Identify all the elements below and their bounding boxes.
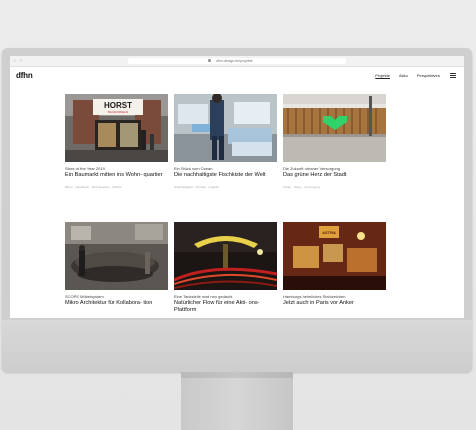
project-title[interactable]: Ein Baumarkt mitten ins Wohn- quartier (65, 172, 168, 179)
project-title[interactable]: Mikro Architektur für Kollabora- tion (65, 300, 168, 307)
main-nav: Projekte Akku Perspektiven (375, 73, 440, 78)
project-title[interactable]: Die nachhaltigste Fischkiste der Welt (174, 172, 277, 179)
project-card[interactable]: SCOPE Möbelsystem Mikro Architektur für … (65, 222, 168, 307)
project-title[interactable]: Das grüne Herz der Stadt (283, 172, 386, 179)
furniture-photo (65, 222, 168, 290)
back-icon[interactable]: ‹ (14, 58, 16, 64)
svg-text:HORST: HORST (104, 101, 132, 110)
project-category: Eine Tankstelle wird neu gedacht (174, 294, 233, 299)
project-category: Die Zukunft urbaner Versorgung (283, 166, 340, 171)
project-card[interactable]: ASTRA Hamburgs heimliches Stahlzeichen J… (283, 222, 386, 307)
address-bar[interactable]: dfhn-design.de/projekte (128, 58, 346, 64)
project-meta: Baum · Handwerk · Wohnquartier · Zollhof (65, 185, 122, 189)
site-header: dfhn Projekte Akku Perspektiven (10, 66, 464, 82)
svg-text:BAUHOFFELD: BAUHOFFELD (108, 110, 129, 114)
container-bar-photo: ASTRA (283, 222, 386, 290)
hamburger-menu-icon[interactable] (450, 73, 456, 78)
project-category: Ein Stück vom Ocean (174, 166, 213, 171)
svg-text:ASTRA: ASTRA (322, 230, 336, 235)
project-image[interactable] (174, 222, 277, 290)
project-category: SCOPE Möbelsystem (65, 294, 104, 299)
monitor-stand (181, 372, 293, 430)
project-card[interactable]: Eine Tankstelle wird neu gedacht Natürli… (174, 222, 277, 314)
lock-icon (208, 59, 211, 62)
storefront-photo: HORST BAUHOFFELD (65, 94, 168, 162)
project-meta: Urban · Wege · Versorgung (283, 185, 320, 189)
green-heart-photo (283, 94, 386, 162)
url-text: dfhn-design.de/projekte (216, 59, 253, 63)
nav-projekte[interactable]: Projekte (375, 73, 390, 78)
monitor-chin (2, 320, 472, 372)
forward-icon[interactable]: › (20, 58, 22, 64)
project-meta: Nachhaltigkeit · Produkt · Logistik (174, 185, 219, 189)
project-image[interactable] (283, 94, 386, 162)
project-image[interactable]: ASTRA (283, 222, 386, 290)
project-image[interactable]: HORST BAUHOFFELD (65, 94, 168, 162)
project-card[interactable]: HORST BAUHOFFELD Store of the Year 2019 … (65, 94, 168, 189)
project-image[interactable] (174, 94, 277, 162)
project-title[interactable]: Jetzt auch in Paris vor Anker (283, 300, 386, 307)
stand-shadow (181, 372, 293, 378)
site-logo[interactable]: dfhn (16, 71, 33, 80)
nav-perspektiven[interactable]: Perspektiven (417, 73, 440, 78)
project-title[interactable]: Natürlicher Flow für eine Akti- ons-Plat… (174, 300, 277, 314)
project-card[interactable]: Die Zukunft urbaner Versorgung Das grüne… (283, 94, 386, 189)
gas-station-photo (174, 222, 277, 290)
fishbox-photo (174, 94, 277, 162)
project-category: Store of the Year 2019 (65, 166, 105, 171)
project-card[interactable]: Ein Stück vom Ocean Die nachhaltigste Fi… (174, 94, 277, 189)
project-category: Hamburgs heimliches Stahlzeichen (283, 294, 346, 299)
nav-akku[interactable]: Akku (399, 73, 408, 78)
project-image[interactable] (65, 222, 168, 290)
